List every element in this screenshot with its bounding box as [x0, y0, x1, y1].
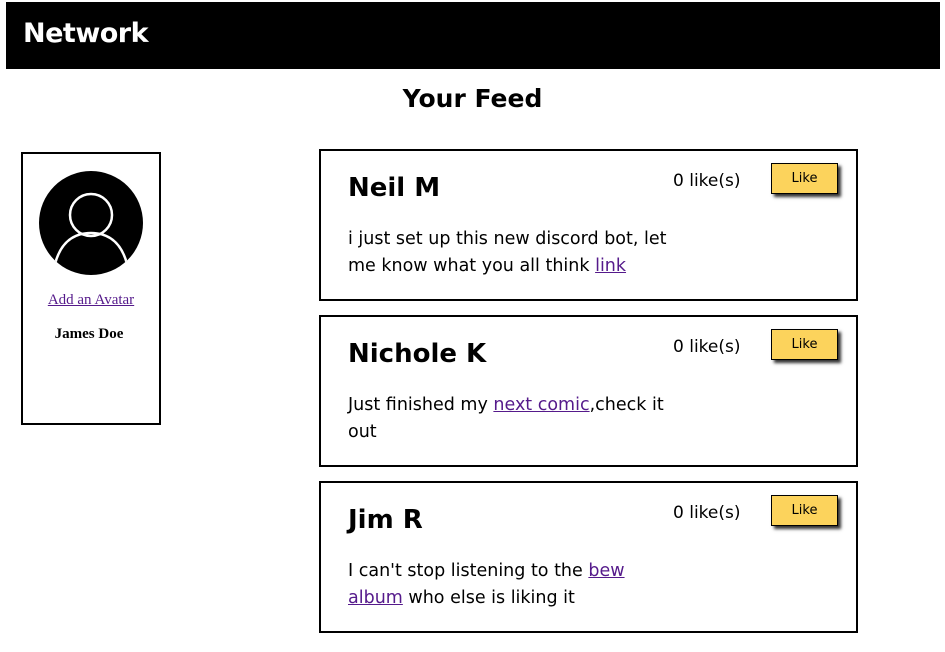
post-card: Nichole K 0 like(s) Like Just finished m… [319, 315, 858, 467]
post-text: Just finished my [348, 395, 494, 415]
post-text: I can't stop listening to the [348, 561, 589, 581]
post-body: i just set up this new discord bot, let … [348, 226, 668, 280]
post-author: Neil M [348, 173, 441, 203]
feed-heading: Your Feed [402, 84, 543, 113]
top-navbar: Network [6, 2, 940, 69]
post-author: Nichole K [348, 339, 487, 369]
like-button[interactable]: Like [771, 495, 838, 526]
default-user-avatar-icon [39, 171, 143, 275]
like-button[interactable]: Like [771, 163, 838, 194]
post-like-count: 0 like(s) [673, 337, 741, 357]
post-author: Jim R [348, 505, 423, 535]
post-card: Jim R 0 like(s) Like I can't stop listen… [319, 481, 858, 633]
brand-title[interactable]: Network [23, 18, 149, 49]
profile-card: Add an Avatar James Doe [21, 152, 161, 425]
post-body: I can't stop listening to the bew album … [348, 558, 668, 612]
post-link[interactable]: link [595, 256, 626, 276]
post-like-count: 0 like(s) [673, 171, 741, 191]
post-link[interactable]: next comic [493, 395, 589, 415]
like-button[interactable]: Like [771, 329, 838, 360]
post-card: Neil M 0 like(s) Like i just set up this… [319, 149, 858, 301]
profile-username: James Doe [54, 326, 124, 342]
post-text-after: who else is liking it [402, 588, 575, 608]
post-body: Just finished my next comic,check it out [348, 392, 668, 446]
add-avatar-link[interactable]: Add an Avatar [23, 292, 159, 309]
post-like-count: 0 like(s) [673, 503, 741, 523]
